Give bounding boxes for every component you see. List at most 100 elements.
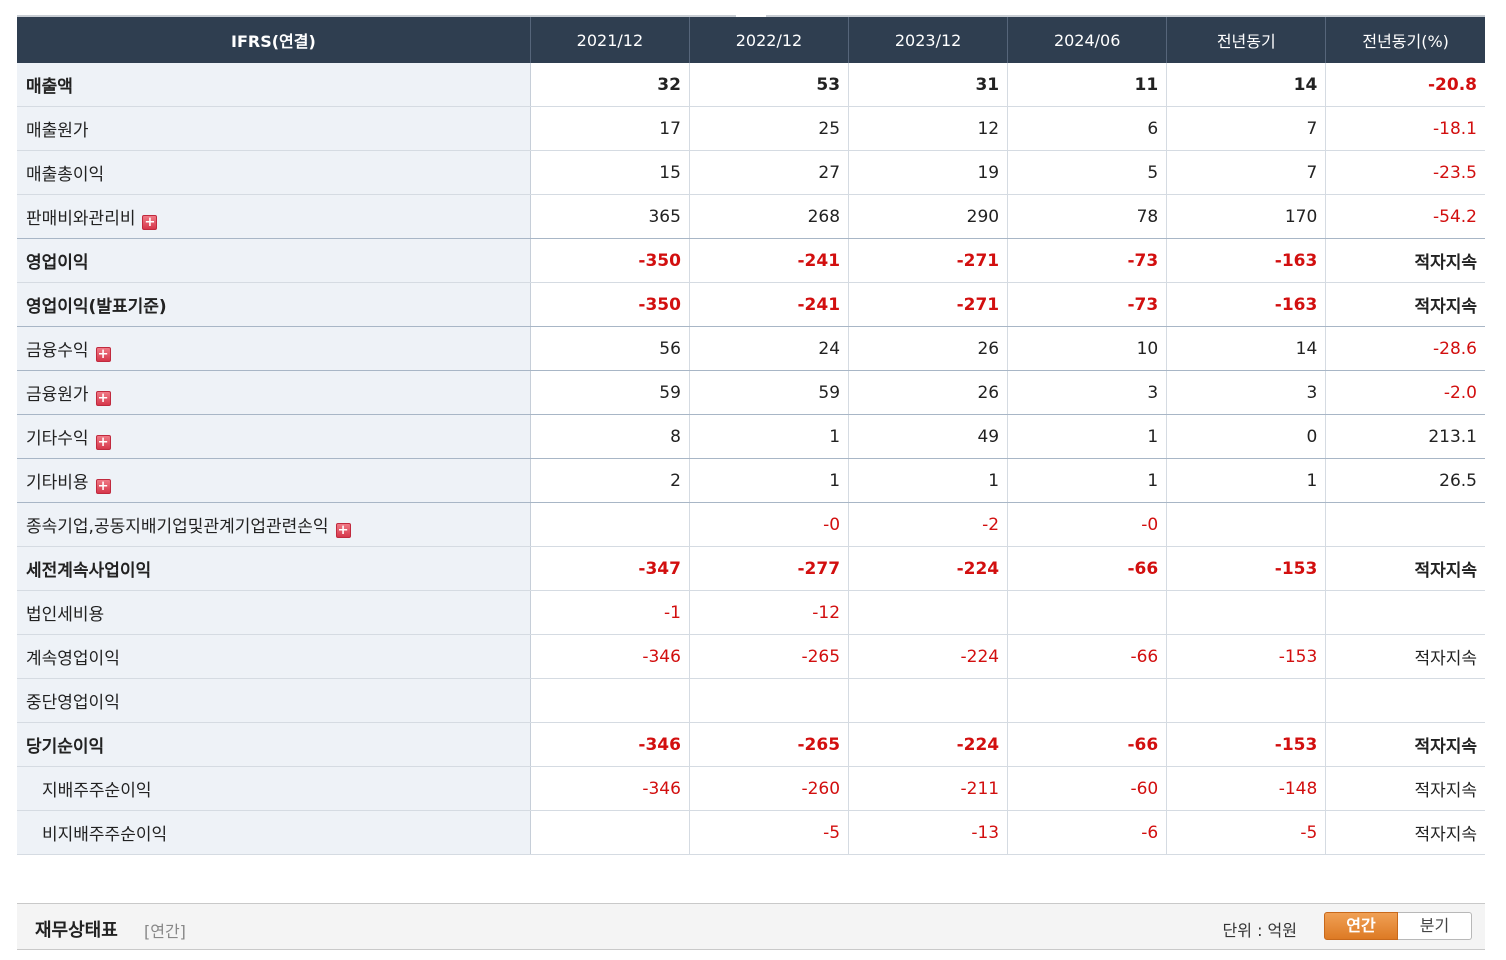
row-label-text: 영업이익(발표기준) [26,297,167,317]
row-label: 당기순이익 [17,722,531,767]
value-cell: 2 [529,458,690,503]
table-row: 법인세비용 -1 -12 [17,590,1485,635]
row-label-text: 기타수익 [26,428,89,449]
value-cell: 적자지속 [1325,238,1485,283]
value-cell: -0 [688,502,849,547]
value-cell: -224 [848,722,1008,767]
value-cell: 31 [848,63,1008,107]
value-cell: 213.1 [1325,414,1485,459]
value-cell: 24 [688,326,849,371]
value-cell: 56 [529,326,690,371]
value-cell: -346 [529,634,690,679]
value-cell [1166,502,1326,547]
value-cell [1325,590,1485,635]
table-row: 금융원가 +59 59 26 3 3 -2.0 [17,370,1485,415]
value-cell [1325,678,1485,723]
value-cell: -18.1 [1325,106,1485,151]
value-cell: 26.5 [1325,458,1485,503]
table-row: 지배주주순이익 -346 -260 -211 -60 -148 적자지속 [17,766,1485,811]
value-cell: 49 [848,414,1008,459]
value-cell: 32 [529,63,690,107]
row-label-text: 매출총이익 [26,165,105,185]
row-label-text: 비지배주주순이익 [42,825,168,845]
value-cell: -211 [848,766,1008,811]
row-label-text: 계속영업이익 [26,649,120,669]
row-label: 영업이익(발표기준) [17,282,531,327]
value-cell: 27 [688,150,849,195]
value-cell: 적자지속 [1325,282,1485,327]
value-cell: -13 [848,810,1008,855]
value-cell: -6 [1007,810,1167,855]
row-label: 계속영업이익 [17,634,531,679]
value-cell: -163 [1166,282,1326,327]
value-cell: -265 [688,634,849,679]
table-header-row: IFRS(연결) 2021/12 2022/12 2023/12 2024/06… [17,17,1485,63]
row-label: 세전계속사업이익 [17,546,531,591]
unit-label: 단위 : 억원 [1222,921,1297,940]
table-row: 영업이익(발표기준) -350 -241 -271 -73 -163 적자지속 [17,282,1485,327]
plus-icon[interactable]: + [335,522,351,538]
value-cell: -148 [1166,766,1326,811]
value-cell [1325,502,1485,547]
section-subtitle: [연간] [144,922,186,941]
value-cell: 6 [1007,106,1167,151]
row-label-text: 중단영업이익 [26,693,120,713]
plus-icon[interactable]: + [95,346,111,362]
row-label-text: 세전계속사업이익 [26,561,152,581]
value-cell: 19 [848,150,1008,195]
row-label-text: 매출액 [26,77,73,97]
value-cell: -163 [1166,238,1326,283]
value-cell: -153 [1166,546,1326,591]
plus-icon[interactable]: + [95,434,111,450]
table-row: 기타비용 +2 1 1 1 1 26.5 [17,458,1485,503]
value-cell [529,502,690,547]
value-cell: 적자지속 [1325,810,1485,855]
table-row: 계속영업이익 -346 -265 -224 -66 -153 적자지속 [17,634,1485,679]
row-label-text: 금융수익 [26,340,89,361]
row-label-text: 종속기업,공동지배기업및관계기업관련손익 [26,516,329,537]
value-cell: -277 [688,546,849,591]
row-label: 매출원가 [17,106,531,151]
header-2022-12: 2022/12 [688,17,849,63]
value-cell: -23.5 [1325,150,1485,195]
value-cell: 7 [1166,106,1326,151]
row-label-text: 법인세비용 [26,605,105,625]
value-cell: 25 [688,106,849,151]
header-2023-12: 2023/12 [848,17,1008,63]
value-cell: 적자지속 [1325,766,1485,811]
value-cell: 1 [1166,458,1326,503]
row-label: 법인세비용 [17,590,531,635]
value-cell: 적자지속 [1325,546,1485,591]
value-cell: 14 [1166,63,1326,107]
value-cell: -2.0 [1325,370,1485,415]
value-cell: -54.2 [1325,194,1485,239]
value-cell: -66 [1007,546,1167,591]
toggle-quarter-button[interactable]: 분기 [1398,912,1472,940]
value-cell: 11 [1007,63,1167,107]
table-row: 종속기업,공동지배기업및관계기업관련손익 + -0 -2 -0 [17,502,1485,547]
plus-icon[interactable]: + [95,390,111,406]
value-cell: -73 [1007,238,1167,283]
value-cell: 1 [688,414,849,459]
row-label: 종속기업,공동지배기업및관계기업관련손익 + [17,502,531,547]
table-row: 기타수익 +8 1 49 1 0 213.1 [17,414,1485,459]
plus-icon[interactable]: + [142,214,158,230]
value-cell: -66 [1007,722,1167,767]
table-row: 판매비와관리비 +365 268 290 78 170 -54.2 [17,194,1485,239]
value-cell: -28.6 [1325,326,1485,371]
header-prev-year: 전년동기 [1166,17,1326,63]
value-cell: -241 [688,282,849,327]
value-cell [848,678,1008,723]
value-cell [688,678,849,723]
plus-icon[interactable]: + [95,478,111,494]
row-label-text: 판매비와관리비 [26,208,136,229]
table-row: 세전계속사업이익 -347 -277 -224 -66 -153 적자지속 [17,546,1485,591]
value-cell: 1 [1007,458,1167,503]
row-label: 중단영업이익 [17,678,531,723]
value-cell: -350 [529,282,690,327]
value-cell: -260 [688,766,849,811]
table-row: 매출총이익 15 27 19 5 7 -23.5 [17,150,1485,195]
value-cell: -241 [688,238,849,283]
toggle-annual-button[interactable]: 연간 [1324,912,1398,940]
row-label-text: 금융원가 [26,384,89,405]
